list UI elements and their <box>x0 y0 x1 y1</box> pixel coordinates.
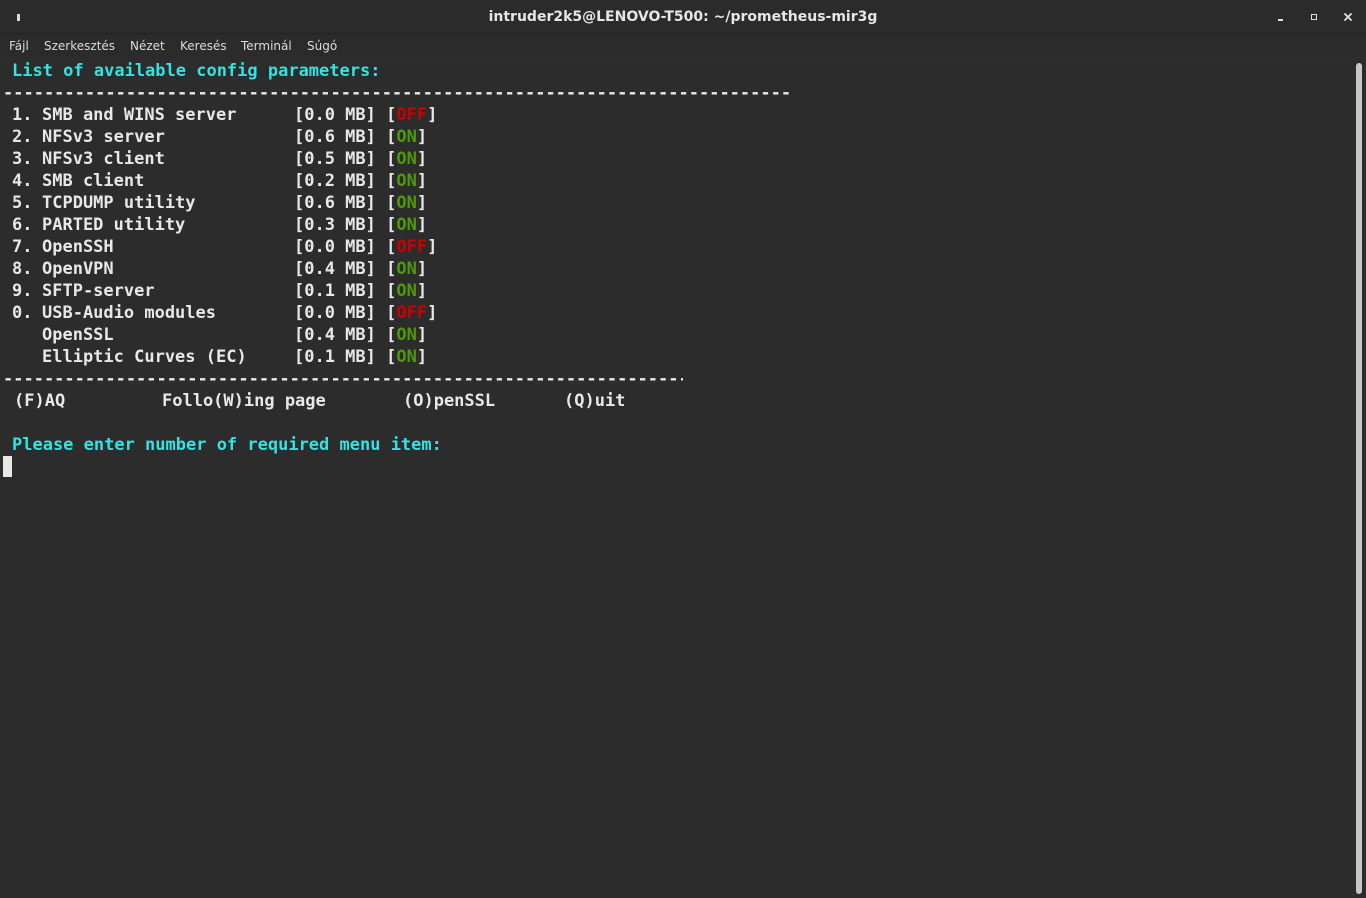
param-size: [0.6 MB] <box>294 127 376 147</box>
param-status: OFF <box>396 237 428 257</box>
param-row: 3. NFSv3 client [0.5 MB] [ON] <box>12 149 428 169</box>
param-name: SMB client <box>42 171 145 191</box>
menu-terminal[interactable]: Terminál <box>241 34 292 58</box>
minimize-icon <box>1277 19 1283 21</box>
param-name: OpenSSH <box>42 237 114 257</box>
param-size: [0.6 MB] <box>294 193 376 213</box>
param-size: [0.4 MB] <box>294 259 376 279</box>
scrollbar-thumb[interactable] <box>1356 63 1362 894</box>
separator-top: ----------------------------------------… <box>3 83 793 103</box>
menu-edit[interactable]: Szerkesztés <box>44 34 115 58</box>
param-name: TCPDUMP utility <box>42 193 196 213</box>
input-prompt: Please enter number of required menu ite… <box>12 435 442 455</box>
param-status: ON <box>396 325 417 345</box>
separator-bottom: ----------------------------------------… <box>3 369 683 389</box>
minimize-button[interactable] <box>1272 9 1288 25</box>
param-number: 9. <box>12 281 33 301</box>
param-name: NFSv3 server <box>42 127 165 147</box>
param-number: 7. <box>12 237 33 257</box>
param-status: ON <box>396 149 417 169</box>
param-number: 8. <box>12 259 33 279</box>
param-number: 2. <box>12 127 33 147</box>
param-size: [0.0 MB] <box>294 303 376 323</box>
close-icon <box>1344 13 1352 21</box>
text-cursor <box>3 456 12 477</box>
param-size: [0.5 MB] <box>294 149 376 169</box>
param-size: [0.1 MB] <box>294 281 376 301</box>
menu-file[interactable]: Fájl <box>9 34 29 58</box>
param-size: [0.3 MB] <box>294 215 376 235</box>
param-status: ON <box>396 127 417 147</box>
maximize-button[interactable] <box>1306 9 1322 25</box>
param-row: 7. OpenSSH [0.0 MB] [OFF] <box>12 237 438 257</box>
param-status: OFF <box>396 303 428 323</box>
menu-search[interactable]: Keresés <box>180 34 227 58</box>
param-size: [0.0 MB] <box>294 105 376 125</box>
param-status: OFF <box>396 105 428 125</box>
param-size: [0.2 MB] <box>294 171 376 191</box>
param-status: ON <box>396 215 417 235</box>
param-number: 1. <box>12 105 33 125</box>
param-name: SMB and WINS server <box>42 105 237 125</box>
param-size: [0.0 MB] <box>294 237 376 257</box>
title-bar[interactable]: intruder2k5@LENOVO-T500: ~/prometheus-mi… <box>0 0 1366 34</box>
param-row: 9. SFTP-server [0.1 MB] [ON] <box>12 281 428 301</box>
param-row: Elliptic Curves (EC) [0.1 MB] [ON] <box>42 347 428 367</box>
param-row: 5. TCPDUMP utility [0.6 MB] [ON] <box>12 193 428 213</box>
param-row: 6. PARTED utility [0.3 MB] [ON] <box>12 215 428 235</box>
footer-faq: (F)AQ <box>14 391 66 411</box>
param-name: Elliptic Curves (EC) <box>42 347 247 367</box>
param-number: 0. <box>12 303 33 323</box>
menu-help[interactable]: Súgó <box>307 34 337 58</box>
menu-view[interactable]: Nézet <box>130 34 165 58</box>
menu-bar: Fájl Szerkesztés Nézet Keresés Terminál … <box>0 34 1366 58</box>
param-number: 6. <box>12 215 33 235</box>
param-name: OpenSSL <box>42 325 114 345</box>
param-status: ON <box>396 171 417 191</box>
param-status: ON <box>396 347 417 367</box>
maximize-icon <box>1311 14 1317 20</box>
param-name: SFTP-server <box>42 281 155 301</box>
param-status: ON <box>396 193 417 213</box>
param-row: 8. OpenVPN [0.4 MB] [ON] <box>12 259 428 279</box>
scrollbar[interactable] <box>1352 59 1366 898</box>
param-name: OpenVPN <box>42 259 114 279</box>
param-row: 2. NFSv3 server [0.6 MB] [ON] <box>12 127 428 147</box>
param-size: [0.1 MB] <box>294 347 376 367</box>
param-status: ON <box>396 281 417 301</box>
param-number: 4. <box>12 171 33 191</box>
param-row: 1. SMB and WINS server [0.0 MB] [OFF] <box>12 105 438 125</box>
footer-quit: (Q)uit <box>564 391 626 411</box>
param-name: USB-Audio modules <box>42 303 216 323</box>
param-row: 4. SMB client [0.2 MB] [ON] <box>12 171 428 191</box>
param-number: 5. <box>12 193 33 213</box>
param-row: OpenSSL [0.4 MB] [ON] <box>42 325 428 345</box>
param-size: [0.4 MB] <box>294 325 376 345</box>
footer-following-page: Follo(W)ing page <box>162 391 326 411</box>
window-title: intruder2k5@LENOVO-T500: ~/prometheus-mi… <box>488 9 878 25</box>
param-status: ON <box>396 259 417 279</box>
param-row: 0. USB-Audio modules [0.0 MB] [OFF] <box>12 303 438 323</box>
config-heading: List of available config parameters: <box>12 61 381 81</box>
param-name: NFSv3 client <box>42 149 165 169</box>
terminal-area[interactable]: List of available config parameters: ---… <box>0 59 1352 898</box>
close-button[interactable] <box>1340 9 1356 25</box>
footer-openssl: (O)penSSL <box>403 391 496 411</box>
terminal-window: intruder2k5@LENOVO-T500: ~/prometheus-mi… <box>0 0 1366 898</box>
param-number: 3. <box>12 149 33 169</box>
param-name: PARTED utility <box>42 215 186 235</box>
